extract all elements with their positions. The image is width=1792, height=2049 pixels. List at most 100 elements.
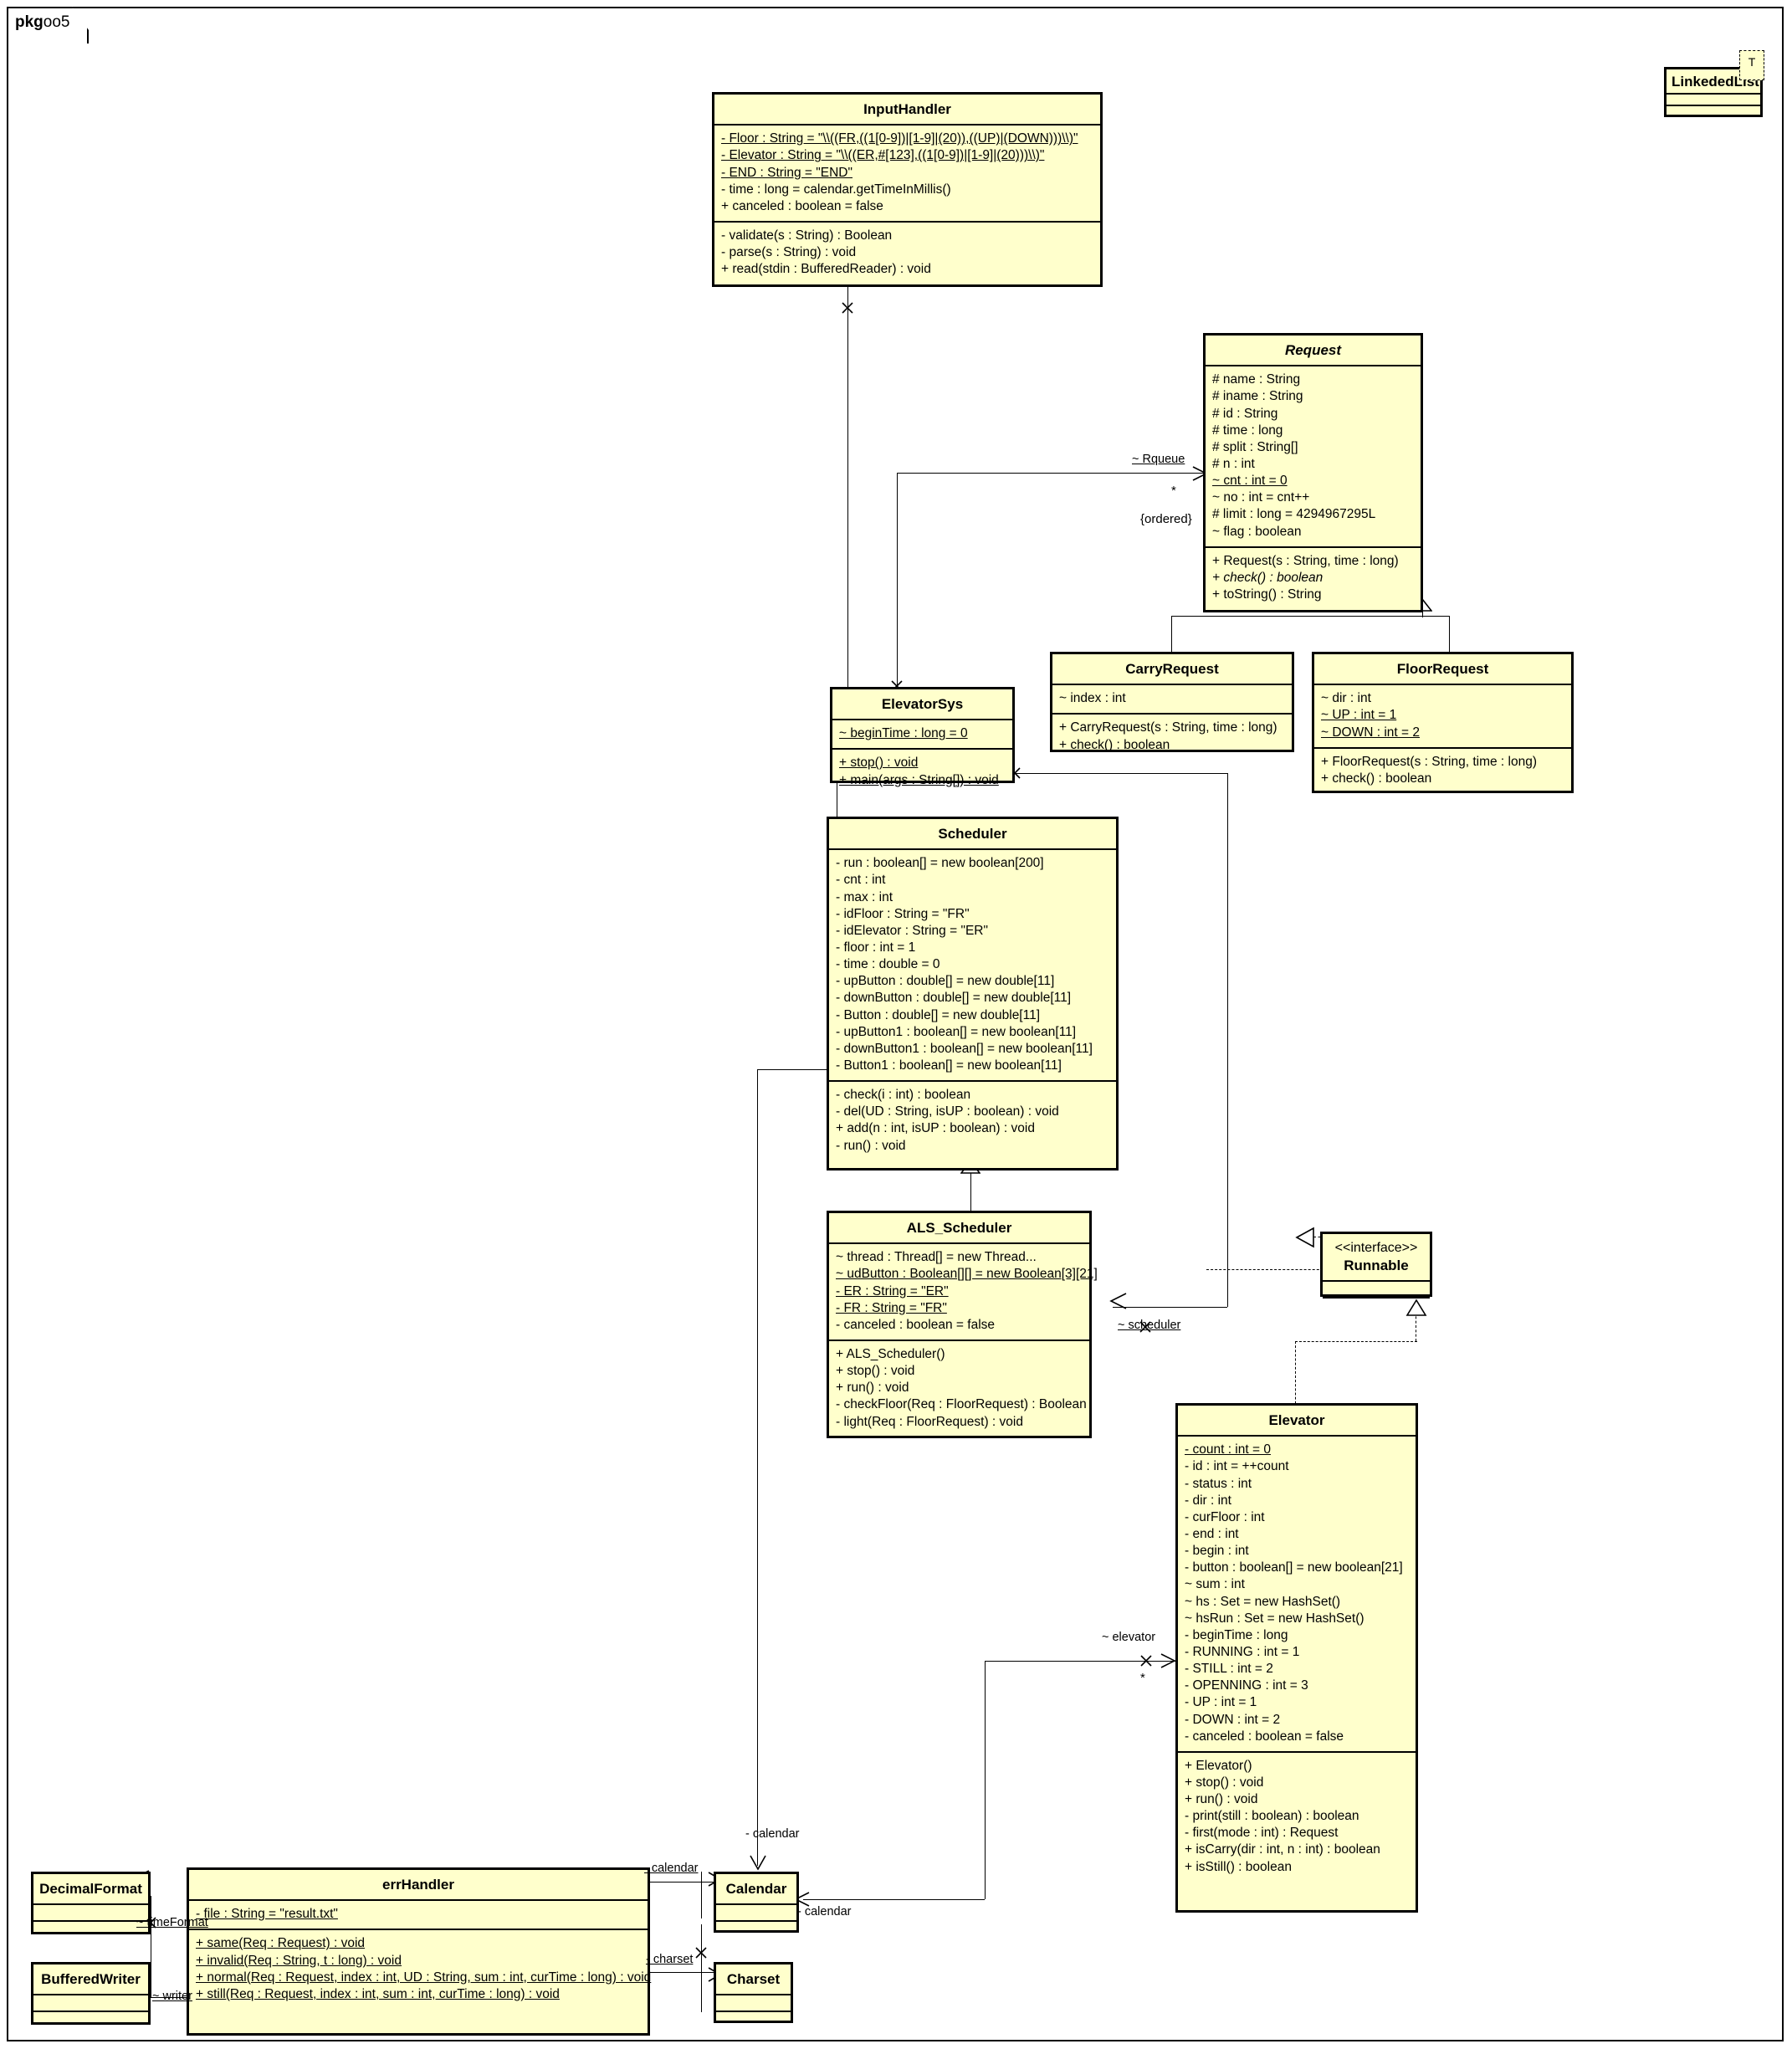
class-box-charset[interactable]: Charset [714,1962,793,2023]
operations-scheduler: - check(i : int) : boolean - del(UD : St… [829,1082,1116,1160]
attribute: ~ thread : Thread[] = new Thread... [836,1250,1037,1265]
class-box-inputhandler[interactable]: InputHandler - Floor : String = "\\((FR,… [712,92,1103,287]
attribute: # iname : String [1212,389,1303,404]
edge-rqueue-v [897,473,898,692]
operations-carryrequest: + CarryRequest(s : String, time : long) … [1052,715,1292,759]
attribute: - upButton : double[] = new double[11] [836,974,1055,989]
edge-label-timeformat: ~ timeFormat [136,1916,208,1929]
attribute: - curFloor : int [1185,1509,1265,1524]
attribute: - dir : int [1185,1493,1231,1508]
edge-errhandler-charset-v [701,1924,702,2012]
class-box-floorrequest[interactable]: FloorRequest ~ dir : int ~ UP : int = 1 … [1312,652,1574,793]
edge-calendar-top-h [757,1069,832,1070]
attributes-elevator: - count : int = 0 - id : int = ++count -… [1178,1437,1416,1751]
edge-calendar-right-h [803,1899,985,1900]
attributes-bufferedwriter [33,1995,148,2011]
operations-inputhandler: - validate(s : String) : Boolean - parse… [714,223,1100,284]
package-tab-cover [8,40,85,45]
attributes-inputhandler: - Floor : String = "\\((FR,((1[0-9])|[1-… [714,126,1100,221]
class-box-bufferedwriter[interactable]: BufferedWriter [31,1962,151,2025]
attribute: ~ UP : int = 1 [1321,708,1397,723]
attribute: - upButton1 : boolean[] = new boolean[11… [836,1024,1077,1039]
operation: + stop() : void [839,756,919,771]
attribute: ~ beginTime : long = 0 [839,726,968,741]
operation: + check() : boolean [1212,570,1324,585]
class-title-inputhandler: InputHandler [863,101,951,117]
class-box-request[interactable]: Request # name : String # iname : String… [1203,333,1423,612]
class-box-decimalformat[interactable]: DecimalFormat [31,1872,151,1934]
operation: + stop() : void [1185,1775,1264,1790]
operations-request: + Request(s : String, time : long) + che… [1206,548,1421,609]
attribute: - canceled : boolean = false [836,1317,996,1332]
edge-carryrequest-gen-h [1171,616,1422,617]
attribute: # time : long [1212,423,1283,438]
attributes-calendar [716,1905,796,1920]
attribute: - button : boolean[] = new boolean[21] [1185,1560,1403,1575]
attribute: ~ flag : boolean [1212,524,1302,539]
attribute: ~ dir : int [1321,691,1371,706]
package-label-name: oo5 [43,13,70,31]
edge-label-calendar-errhandler: - calendar [644,1862,699,1875]
attribute: - UP : int = 1 [1185,1695,1257,1710]
operations-floorrequest: + FloorRequest(s : String, time : long) … [1314,749,1571,793]
class-box-calendar[interactable]: Calendar [714,1872,799,1933]
operation: + same(Req : Request) : void [196,1936,366,1951]
class-box-als-scheduler[interactable]: ALS_Scheduler ~ thread : Thread[] = new … [827,1211,1098,1438]
attribute: # name : String [1212,372,1301,387]
operations-charset [716,2012,791,2027]
edge-label-calendar-right: - calendar [797,1905,852,1918]
attribute: - DOWN : int = 2 [1185,1712,1281,1727]
class-box-errhandler[interactable]: errHandler - file : String = "result.txt… [187,1867,651,2036]
class-box-scheduler[interactable]: Scheduler - run : boolean[] = new boolea… [827,817,1119,1170]
attribute: - file : String = "result.txt" [196,1907,338,1922]
edge-label-charset: - charset [646,1953,694,1966]
attribute: - FR : String = "FR" [836,1300,947,1315]
arrow-open-calendar-top-icon [750,1855,766,1871]
attributes-scheduler: - run : boolean[] = new boolean[200] - c… [829,850,1116,1080]
class-box-carryrequest[interactable]: CarryRequest ~ index : int + CarryReques… [1050,652,1294,752]
operations-linkededlist [1667,106,1760,116]
attributes-elevatorsys: ~ beginTime : long = 0 [832,720,1012,748]
class-box-elevatorsys[interactable]: ElevatorSys ~ beginTime : long = 0 + sto… [830,687,1015,787]
edge-elevatorsys-right-v [1227,773,1228,1307]
attribute: - run : boolean[] = new boolean[200] [836,856,1044,871]
operation: + isCarry(dir : int, n : int) : boolean [1185,1842,1380,1857]
attribute: ~ DOWN : int = 2 [1321,725,1421,740]
operation: + run() : void [1185,1792,1258,1807]
operation: + check() : boolean [1321,771,1432,786]
class-box-elevator[interactable]: Elevator - count : int = 0 - id : int = … [1175,1403,1418,1913]
operation: - validate(s : String) : Boolean [721,228,893,243]
class-box-runnable[interactable]: <<interface>> Runnable [1320,1232,1432,1299]
attribute: - ER : String = "ER" [836,1283,949,1299]
class-title-request: Request [1284,342,1342,358]
arrow-triangle-realization-runnable-icon [1295,1227,1314,1248]
attributes-decimalformat [33,1905,148,1920]
operation: + FloorRequest(s : String, time : long) [1321,754,1538,769]
attribute: ~ hsRun : Set = new HashSet() [1185,1611,1364,1626]
attribute: ~ udButton : Boolean[][] = new Boolean[3… [836,1267,1098,1282]
edge-label-calendar-top: - calendar [745,1827,800,1841]
operations-als-scheduler: + ALS_Scheduler() + stop() : void + run(… [829,1341,1089,1437]
operations-elevator: + Elevator() + stop() : void + run() : v… [1178,1753,1416,1882]
class-title-decimalformat: DecimalFormat [39,1881,142,1897]
operations-calendar [716,1922,796,1937]
operation: + run() : void [836,1381,909,1396]
operation: + invalid(Req : String, t : long) : void [196,1953,402,1968]
attribute: ~ no : int = cnt++ [1212,490,1310,505]
class-title-floorrequest: FloorRequest [1396,661,1489,677]
template-parameter-box: T [1739,50,1764,80]
attributes-floorrequest: ~ dir : int ~ UP : int = 1 ~ DOWN : int … [1314,685,1571,746]
operation: - check(i : int) : boolean [836,1088,971,1103]
attribute: - beginTime : long [1185,1627,1288,1642]
attribute: ~ hs : Set = new HashSet() [1185,1594,1341,1609]
operation: + Elevator() [1185,1758,1252,1773]
edge-elevator-runnable-h [1295,1341,1417,1342]
attribute: - time : double = 0 [836,957,940,972]
attribute: - end : int [1185,1526,1239,1541]
stereotype-label: <<interface>> [1334,1241,1418,1255]
attribute: - OPENNING : int = 3 [1185,1678,1308,1693]
edge-floorrequest-gen-h2 [1422,616,1449,617]
attributes-carryrequest: ~ index : int [1052,685,1292,713]
attribute: - Elevator : String = "\\((ER,#[123],((1… [721,148,1045,163]
uml-class-diagram: pkgoo5 ~ Rqueue * {ordered} ~ scheduler … [0,0,1792,2049]
